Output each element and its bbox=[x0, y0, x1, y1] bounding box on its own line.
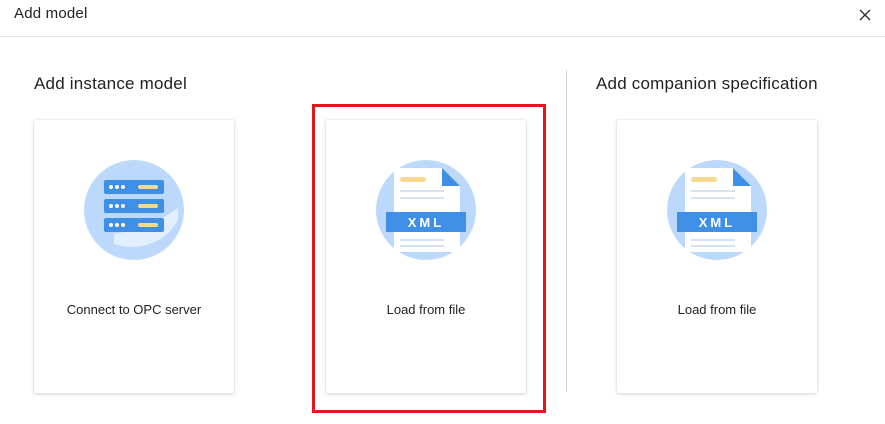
xml-icon-text: XML bbox=[699, 215, 735, 230]
dialog-header: Add model bbox=[0, 0, 885, 37]
close-button[interactable] bbox=[853, 3, 877, 27]
card-label: Connect to OPC server bbox=[66, 302, 202, 317]
section-title-companion: Add companion specification bbox=[596, 74, 818, 93]
xml-file-icon: XML bbox=[667, 160, 767, 260]
connect-opc-server-card[interactable]: Connect to OPC server bbox=[34, 120, 234, 393]
section-title-instance: Add instance model bbox=[34, 74, 187, 93]
card-label: Load from file bbox=[677, 302, 757, 317]
card-label: Load from file bbox=[386, 302, 466, 317]
load-companion-from-file-card[interactable]: XML Load from file bbox=[617, 120, 817, 393]
section-divider bbox=[566, 70, 567, 392]
add-model-dialog: Add model Add instance model Add compani… bbox=[0, 0, 885, 424]
xml-icon-text: XML bbox=[408, 215, 444, 230]
close-icon bbox=[859, 9, 871, 21]
load-instance-from-file-card[interactable]: XML Load from file bbox=[326, 120, 526, 393]
xml-file-icon: XML bbox=[376, 160, 476, 260]
dialog-title: Add model bbox=[14, 5, 88, 22]
server-icon bbox=[84, 160, 184, 260]
